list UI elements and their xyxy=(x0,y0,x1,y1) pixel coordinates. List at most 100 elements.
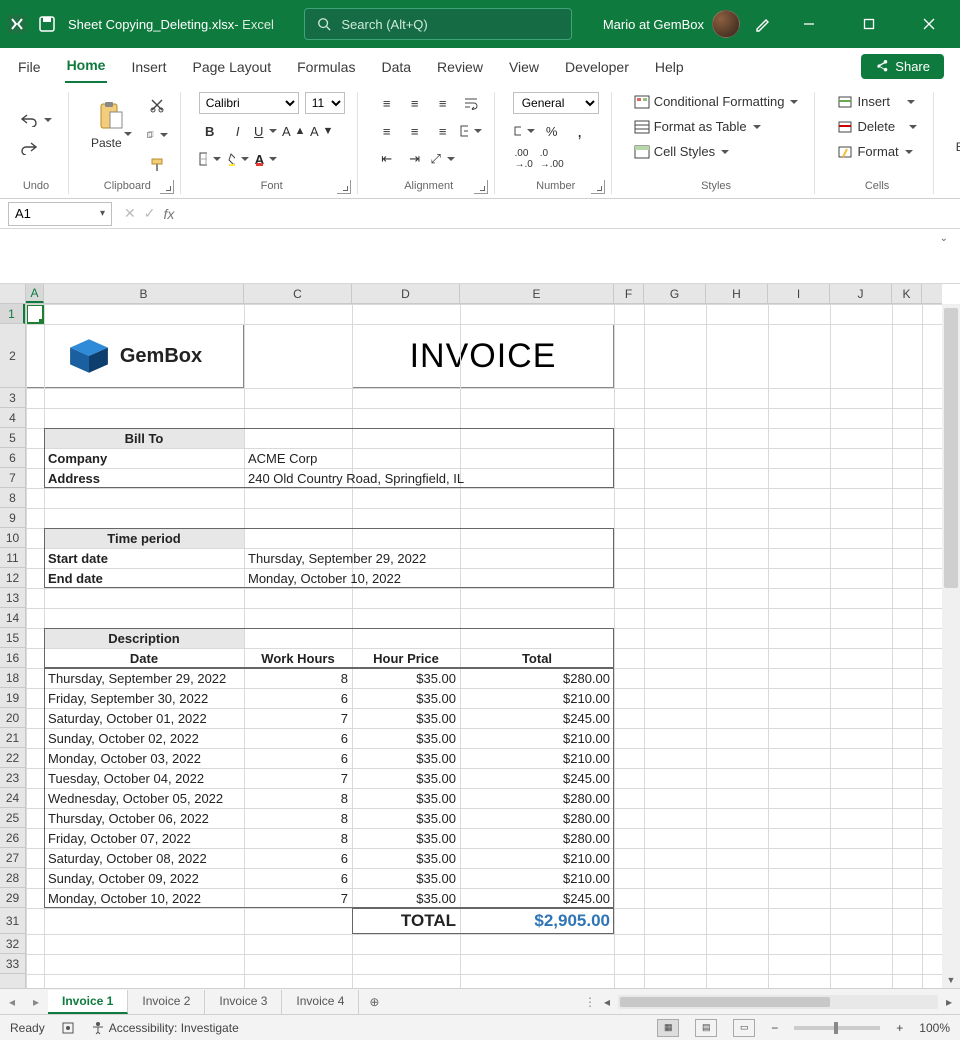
row-header[interactable]: 21 xyxy=(0,728,25,748)
total-cell[interactable]: $245.00 xyxy=(460,888,614,908)
date-cell[interactable]: Saturday, October 08, 2022 xyxy=(44,848,244,868)
row-header[interactable]: 19 xyxy=(0,688,25,708)
column-header[interactable]: H xyxy=(706,284,768,303)
minimize-button[interactable] xyxy=(786,8,832,40)
alignment-dialog-launcher[interactable] xyxy=(474,180,488,194)
date-cell[interactable]: Thursday, September 29, 2022 xyxy=(44,668,244,688)
total-cell[interactable]: $210.00 xyxy=(460,868,614,888)
add-sheet-button[interactable]: ⊕ xyxy=(359,995,389,1009)
end-date-value[interactable]: Monday, October 10, 2022 xyxy=(244,568,614,588)
account-button[interactable]: Mario at GemBox xyxy=(603,10,740,38)
col-date-header[interactable]: Date xyxy=(44,648,244,668)
date-cell[interactable]: Thursday, October 06, 2022 xyxy=(44,808,244,828)
horizontal-scrollbar[interactable] xyxy=(618,995,938,1009)
vertical-scroll-thumb[interactable] xyxy=(944,308,958,588)
insert-cells-button[interactable]: Insert xyxy=(833,92,919,111)
price-cell[interactable]: $35.00 xyxy=(352,688,460,708)
decrease-font-button[interactable]: A▼ xyxy=(311,120,333,142)
row-header[interactable]: 9 xyxy=(0,508,25,528)
price-cell[interactable]: $35.00 xyxy=(352,728,460,748)
row-header[interactable]: 27 xyxy=(0,848,25,868)
grand-total-value[interactable]: $2,905.00 xyxy=(460,908,614,934)
price-cell[interactable]: $35.00 xyxy=(352,768,460,788)
row-header[interactable]: 14 xyxy=(0,608,25,628)
bill-to-header[interactable]: Bill To xyxy=(44,428,244,448)
hours-cell[interactable]: 8 xyxy=(244,808,352,828)
align-left-button[interactable]: ≡ xyxy=(376,120,398,142)
clipboard-dialog-launcher[interactable] xyxy=(160,180,174,194)
price-cell[interactable]: $35.00 xyxy=(352,668,460,688)
pen-icon[interactable] xyxy=(754,15,772,33)
select-all-corner[interactable] xyxy=(0,284,26,304)
borders-button[interactable] xyxy=(199,148,221,170)
row-header[interactable]: 16 xyxy=(0,648,25,668)
redo-button[interactable] xyxy=(16,139,42,157)
address-value[interactable]: 240 Old Country Road, Springfield, IL xyxy=(244,468,614,488)
total-cell[interactable]: $280.00 xyxy=(460,808,614,828)
vertical-scrollbar[interactable]: ▲ ▼ xyxy=(942,304,960,988)
date-cell[interactable]: Saturday, October 01, 2022 xyxy=(44,708,244,728)
hscroll-right[interactable]: ▸ xyxy=(946,995,952,1009)
align-right-button[interactable]: ≡ xyxy=(432,120,454,142)
price-cell[interactable]: $35.00 xyxy=(352,808,460,828)
tab-file[interactable]: File xyxy=(16,53,43,83)
price-cell[interactable]: $35.00 xyxy=(352,868,460,888)
column-header[interactable]: C xyxy=(244,284,352,303)
hours-cell[interactable]: 6 xyxy=(244,728,352,748)
company-value[interactable]: ACME Corp xyxy=(244,448,614,468)
row-header[interactable]: 13 xyxy=(0,588,25,608)
increase-indent-button[interactable]: ⇥ xyxy=(404,148,426,170)
row-header[interactable]: 26 xyxy=(0,828,25,848)
format-as-table-button[interactable]: Format as Table xyxy=(630,117,765,136)
row-header[interactable]: 20 xyxy=(0,708,25,728)
editing-button[interactable]: Editing xyxy=(952,104,960,164)
hours-cell[interactable]: 6 xyxy=(244,848,352,868)
normal-view-button[interactable]: ▦ xyxy=(657,1019,679,1037)
end-date-label[interactable]: End date xyxy=(44,568,244,588)
underline-button[interactable]: U xyxy=(255,120,277,142)
col-total-header[interactable]: Total xyxy=(460,648,614,668)
hours-cell[interactable]: 6 xyxy=(244,688,352,708)
share-button[interactable]: Share xyxy=(861,54,944,79)
hours-cell[interactable]: 8 xyxy=(244,668,352,688)
start-date-value[interactable]: Thursday, September 29, 2022 xyxy=(244,548,614,568)
total-cell[interactable]: $245.00 xyxy=(460,768,614,788)
row-header[interactable]: 32 xyxy=(0,934,25,954)
number-dialog-launcher[interactable] xyxy=(591,180,605,194)
row-header[interactable]: 11 xyxy=(0,548,25,568)
cancel-formula-icon[interactable]: ✕ xyxy=(124,205,136,222)
date-cell[interactable]: Friday, October 07, 2022 xyxy=(44,828,244,848)
increase-decimal-button[interactable]: .00→.0 xyxy=(513,148,535,170)
column-header[interactable]: G xyxy=(644,284,706,303)
conditional-formatting-button[interactable]: Conditional Formatting xyxy=(630,92,803,111)
company-label[interactable]: Company xyxy=(44,448,244,468)
number-format-select[interactable]: General xyxy=(513,92,599,114)
tab-insert[interactable]: Insert xyxy=(129,53,168,83)
bold-button[interactable]: B xyxy=(199,120,221,142)
close-button[interactable] xyxy=(906,8,952,40)
row-header[interactable]: 29 xyxy=(0,888,25,908)
tab-help[interactable]: Help xyxy=(653,53,686,83)
row-header[interactable]: 12 xyxy=(0,568,25,588)
formula-input[interactable] xyxy=(186,202,960,226)
zoom-slider[interactable] xyxy=(794,1026,880,1030)
hscroll-left[interactable]: ◂ xyxy=(604,995,610,1009)
tab-view[interactable]: View xyxy=(507,53,541,83)
total-cell[interactable]: $245.00 xyxy=(460,708,614,728)
date-cell[interactable]: Sunday, October 09, 2022 xyxy=(44,868,244,888)
time-period-header[interactable]: Time period xyxy=(44,528,244,548)
name-box[interactable]: A1 ▾ xyxy=(8,202,112,226)
merge-center-button[interactable] xyxy=(460,120,482,142)
hours-cell[interactable]: 8 xyxy=(244,788,352,808)
tab-split-icon[interactable]: ⋮ xyxy=(584,995,596,1009)
sheet-nav-prev[interactable]: ◂ xyxy=(0,995,24,1009)
date-cell[interactable]: Monday, October 10, 2022 xyxy=(44,888,244,908)
scroll-down-arrow[interactable]: ▼ xyxy=(942,972,960,988)
save-icon[interactable] xyxy=(38,15,56,33)
date-cell[interactable]: Friday, September 30, 2022 xyxy=(44,688,244,708)
maximize-button[interactable] xyxy=(846,8,892,40)
tab-developer[interactable]: Developer xyxy=(563,53,631,83)
zoom-level[interactable]: 100% xyxy=(919,1021,950,1035)
total-cell[interactable]: $280.00 xyxy=(460,788,614,808)
price-cell[interactable]: $35.00 xyxy=(352,848,460,868)
